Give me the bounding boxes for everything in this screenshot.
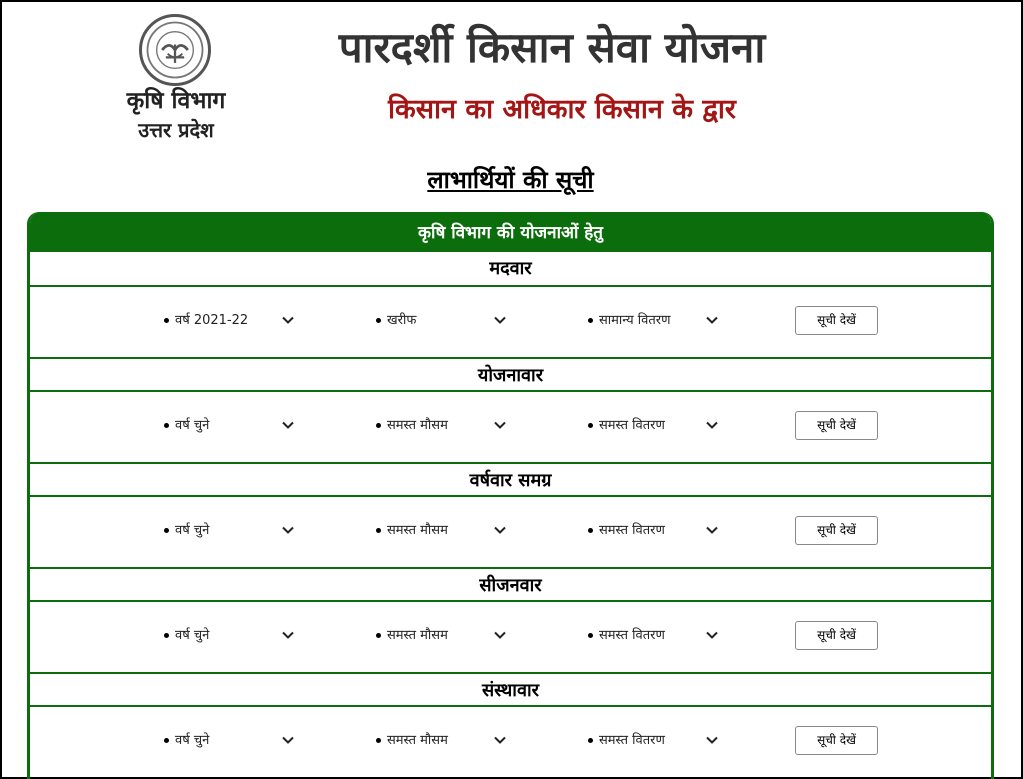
chevron-down-icon [282,622,294,650]
distribution-select[interactable]: सामान्य वितरण [588,307,728,335]
bullet-icon [588,528,593,533]
view-list-button[interactable]: सूची देखें [795,306,878,335]
chevron-down-icon [706,412,718,440]
page-header: कृषि विभाग उत्तर प्रदेश पारदर्शी किसान स… [2,2,1021,152]
distribution-select-value: समस्त वितरण [599,628,665,643]
season-select-value: समस्त मौसम [387,523,448,538]
section-controls: वर्ष चुने समस्त मौसम समस्त वितरण सूची देखें [30,497,991,567]
list-title: लाभार्थियों की सूची [427,166,594,194]
season-select[interactable]: समस्त मौसम [376,727,516,755]
bullet-icon [376,318,381,323]
view-list-button[interactable]: सूची देखें [795,726,878,755]
year-select-value: वर्ष 2021-22 [175,313,249,328]
section-title: सीजनवार [30,567,991,602]
season-select[interactable]: खरीफ [376,307,516,335]
chevron-down-icon [706,517,718,545]
year-select[interactable]: वर्ष चुने [164,412,304,440]
bullet-icon [376,528,381,533]
bullet-icon [376,633,381,638]
chevron-down-icon [494,622,506,650]
section-controls: वर्ष चुने समस्त मौसम समस्त वितरण सूची देखें [30,602,991,672]
season-select[interactable]: समस्त मौसम [376,622,516,650]
chevron-down-icon [706,727,718,755]
up-government-emblem-icon [139,14,211,86]
section-2: योजनावार वर्ष चुने समस्त मौसम समस्त वितरण सू… [30,357,991,462]
distribution-select-value: समस्त वितरण [599,418,665,433]
tagline: किसान का अधिकार किसान के द्वार [388,94,736,125]
section-1: मदवार वर्ष 2021-22 खरीफ सामान्य वितरण सूची द… [30,252,991,357]
year-select[interactable]: वर्ष चुने [164,727,304,755]
year-select[interactable]: वर्ष चुने [164,517,304,545]
view-list-button[interactable]: सूची देखें [795,516,878,545]
season-select-value: समस्त मौसम [387,418,448,433]
section-controls: वर्ष चुने समस्त मौसम समस्त वितरण सूची देखें [30,392,991,462]
chevron-down-icon [282,517,294,545]
bullet-icon [164,738,169,743]
view-list-button[interactable]: सूची देखें [795,411,878,440]
view-list-button[interactable]: सूची देखें [795,621,878,650]
bullet-icon [376,738,381,743]
season-select-value: समस्त मौसम [387,733,448,748]
chevron-down-icon [494,412,506,440]
bullet-icon [588,318,593,323]
section-controls: वर्ष 2021-22 खरीफ सामान्य वितरण सूची देखें [30,287,991,357]
year-select-value: वर्ष चुने [175,628,210,643]
section-3: वर्षवार समग्र वर्ष चुने समस्त मौसम समस्त वि… [30,462,991,567]
bullet-icon [164,423,169,428]
section-title: योजनावार [30,357,991,392]
department-name: कृषि विभाग [126,88,226,114]
chevron-down-icon [282,727,294,755]
bullet-icon [588,738,593,743]
bullet-icon [164,528,169,533]
bullet-icon [376,423,381,428]
distribution-select[interactable]: समस्त वितरण [588,517,728,545]
page-title: पारदर्शी किसान सेवा योजना [338,23,766,72]
distribution-select[interactable]: समस्त वितरण [588,727,728,755]
section-controls: वर्ष चुने समस्त मौसम समस्त वितरण सूची देखें [30,707,991,777]
department-state: उत्तर प्रदेश [138,118,214,142]
season-select-value: समस्त मौसम [387,628,448,643]
distribution-select-value: समस्त वितरण [599,733,665,748]
chevron-down-icon [494,517,506,545]
year-select-value: वर्ष चुने [175,523,210,538]
chevron-down-icon [282,412,294,440]
bullet-icon [588,423,593,428]
season-select-value: खरीफ [387,313,417,328]
year-select-value: वर्ष चुने [175,418,210,433]
distribution-select-value: सामान्य वितरण [599,313,671,328]
year-select-value: वर्ष चुने [175,733,210,748]
bullet-icon [164,318,169,323]
bullet-icon [588,633,593,638]
panel-header: कृषि विभाग की योजनाओं हेतु [30,212,991,252]
distribution-select[interactable]: समस्त वितरण [588,412,728,440]
chevron-down-icon [494,727,506,755]
season-select[interactable]: समस्त मौसम [376,412,516,440]
schemes-panel: कृषि विभाग की योजनाओं हेतु मदवार वर्ष 202… [27,212,994,779]
season-select[interactable]: समस्त मौसम [376,517,516,545]
chevron-down-icon [494,307,506,335]
section-title: वर्षवार समग्र [30,462,991,497]
year-select[interactable]: वर्ष 2021-22 [164,307,304,335]
section-title: संस्थावार [30,672,991,707]
distribution-select[interactable]: समस्त वितरण [588,622,728,650]
section-5: संस्थावार वर्ष चुने समस्त मौसम समस्त वितरण स… [30,672,991,777]
year-select[interactable]: वर्ष चुने [164,622,304,650]
chevron-down-icon [282,307,294,335]
section-4: सीजनवार वर्ष चुने समस्त मौसम समस्त वितरण सूच… [30,567,991,672]
section-title: मदवार [30,252,991,287]
bullet-icon [164,633,169,638]
distribution-select-value: समस्त वितरण [599,523,665,538]
chevron-down-icon [706,622,718,650]
chevron-down-icon [706,307,718,335]
